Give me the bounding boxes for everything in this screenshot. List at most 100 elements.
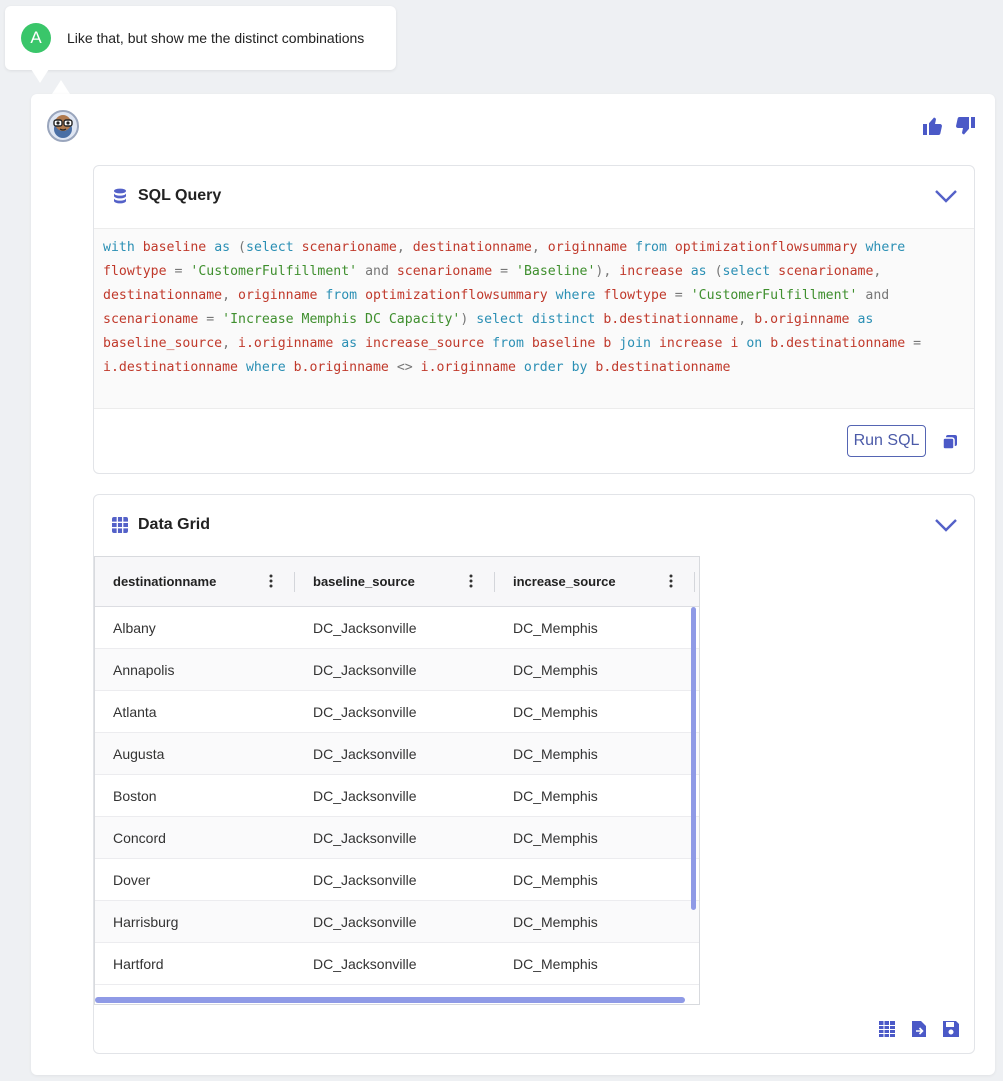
column-header[interactable]: destinationname	[95, 557, 295, 606]
sql-token: as	[857, 312, 874, 327]
column-header-label: baseline_source	[313, 574, 415, 589]
table-row[interactable]: Harrisburg DC_Jacksonville DC_Memphis	[95, 901, 699, 943]
table-cell[interactable]: DC_Memphis	[495, 872, 695, 888]
table-cell[interactable]: Dover	[95, 872, 295, 888]
sql-token: and	[365, 264, 389, 279]
table-row[interactable]: Atlanta DC_Jacksonville DC_Memphis	[95, 691, 699, 733]
sql-token: from	[325, 288, 358, 303]
table-cell[interactable]: DC_Jacksonville	[295, 704, 495, 720]
sql-token: ,	[738, 312, 747, 327]
horizontal-scrollbar[interactable]	[95, 997, 685, 1003]
chevron-down-icon[interactable]	[934, 186, 958, 206]
table-cell[interactable]: DC_Memphis	[495, 830, 695, 846]
sql-token: scenarioname	[396, 264, 493, 279]
sql-card-header[interactable]: SQL Query	[94, 166, 974, 226]
sql-token: increase	[658, 336, 723, 351]
table-cell[interactable]: Atlanta	[95, 704, 295, 720]
table-row[interactable]: Hartford DC_Jacksonville DC_Memphis	[95, 943, 699, 985]
sql-token: (	[714, 264, 723, 279]
table-cell[interactable]: DC_Jacksonville	[295, 872, 495, 888]
table-cell[interactable]: Hartford	[95, 956, 295, 972]
sql-token: optimizationflowsummary	[674, 240, 858, 255]
data-grid: destinationname baseline_source increase…	[94, 556, 700, 1005]
column-header[interactable]: baseline_source	[295, 557, 495, 606]
sql-token: b	[603, 336, 612, 351]
grid-card-header[interactable]: Data Grid	[94, 495, 974, 555]
table-cell[interactable]: Harrisburg	[95, 914, 295, 930]
sql-token: destinationname	[103, 288, 223, 303]
sql-token: distinct	[531, 312, 596, 327]
table-cell[interactable]: Augusta	[95, 746, 295, 762]
grid-card-title: Data Grid	[138, 516, 211, 533]
sql-token: flowtype	[603, 288, 667, 303]
table-cell[interactable]: DC_Jacksonville	[295, 746, 495, 762]
chevron-down-icon[interactable]	[934, 515, 958, 535]
table-cell[interactable]: Albany	[95, 620, 295, 636]
table-cell[interactable]: DC_Memphis	[495, 662, 695, 678]
export-icon[interactable]	[910, 1020, 928, 1038]
save-icon[interactable]	[942, 1020, 960, 1038]
sql-token: i	[730, 336, 739, 351]
bot-avatar	[47, 110, 79, 142]
table-cell[interactable]: DC_Memphis	[495, 914, 695, 930]
grid-body: Albany DC_Jacksonville DC_Memphis Annapolis…	[95, 607, 699, 985]
table-cell[interactable]: Boston	[95, 788, 295, 804]
column-header[interactable]: increase_source	[495, 557, 695, 606]
table-cell[interactable]: DC_Memphis	[495, 704, 695, 720]
table-cell[interactable]: DC_Jacksonville	[295, 662, 495, 678]
table-row[interactable]: Dover DC_Jacksonville DC_Memphis	[95, 859, 699, 901]
table-row[interactable]: Augusta DC_Jacksonville DC_Memphis	[95, 733, 699, 775]
table-cell[interactable]: DC_Jacksonville	[295, 620, 495, 636]
sql-token: i.originname	[238, 336, 334, 351]
sql-token: b.destinationname	[770, 336, 906, 351]
table-row[interactable]: Concord DC_Jacksonville DC_Memphis	[95, 817, 699, 859]
sql-token: optimizationflowsummary	[365, 288, 548, 303]
sql-query-text: with baseline as (select scenarioname, d…	[94, 228, 974, 409]
vertical-scrollbar[interactable]	[691, 607, 696, 910]
sql-query-card: SQL Query with baseline as (select scena…	[93, 165, 975, 474]
table-row[interactable]: Annapolis DC_Jacksonville DC_Memphis	[95, 649, 699, 691]
column-header-label: destinationname	[113, 574, 217, 589]
grid-icon	[112, 517, 128, 533]
sql-token: increase_source	[365, 336, 485, 351]
table-cell[interactable]: Annapolis	[95, 662, 295, 678]
copy-icon[interactable]	[941, 433, 959, 451]
table-cell[interactable]: DC_Jacksonville	[295, 914, 495, 930]
table-cell[interactable]: DC_Jacksonville	[295, 788, 495, 804]
sql-token: =	[206, 312, 215, 327]
table-cell[interactable]: DC_Memphis	[495, 620, 695, 636]
sql-token: b.originname	[293, 360, 389, 375]
user-message-bubble: A Like that, but show me the distinct co…	[5, 6, 396, 83]
sql-token: i.destinationname	[103, 360, 238, 375]
column-menu-icon[interactable]	[669, 574, 673, 588]
thumbs-down-icon[interactable]	[953, 114, 977, 138]
thumbs-up-icon[interactable]	[921, 114, 945, 138]
sql-token: baseline_source	[103, 336, 223, 351]
run-sql-button[interactable]: Run SQL	[847, 425, 926, 457]
table-row[interactable]: Albany DC_Jacksonville DC_Memphis	[95, 607, 699, 649]
table-cell[interactable]: DC_Memphis	[495, 788, 695, 804]
user-message-text: Like that, but show me the distinct comb…	[67, 30, 365, 46]
sql-token: as	[341, 336, 358, 351]
table-cell[interactable]: DC_Memphis	[495, 746, 695, 762]
sql-token: =	[174, 264, 183, 279]
table-view-icon[interactable]	[878, 1020, 896, 1038]
sql-token: )	[460, 312, 469, 327]
sql-token: select	[246, 240, 294, 255]
sql-token: scenarioname	[301, 240, 397, 255]
sql-token: i.originname	[420, 360, 516, 375]
response-notch	[52, 80, 70, 94]
sql-token: b.destinationname	[603, 312, 739, 327]
column-menu-icon[interactable]	[269, 574, 273, 588]
table-cell[interactable]: DC_Memphis	[495, 956, 695, 972]
table-cell[interactable]: DC_Jacksonville	[295, 830, 495, 846]
table-row[interactable]: Boston DC_Jacksonville DC_Memphis	[95, 775, 699, 817]
column-menu-icon[interactable]	[469, 574, 473, 588]
table-cell[interactable]: DC_Jacksonville	[295, 956, 495, 972]
column-separator[interactable]	[694, 572, 695, 592]
sql-token: order	[523, 360, 564, 375]
sql-token: ,	[222, 336, 231, 351]
sql-token: select	[722, 264, 771, 279]
database-icon	[114, 188, 126, 204]
table-cell[interactable]: Concord	[95, 830, 295, 846]
